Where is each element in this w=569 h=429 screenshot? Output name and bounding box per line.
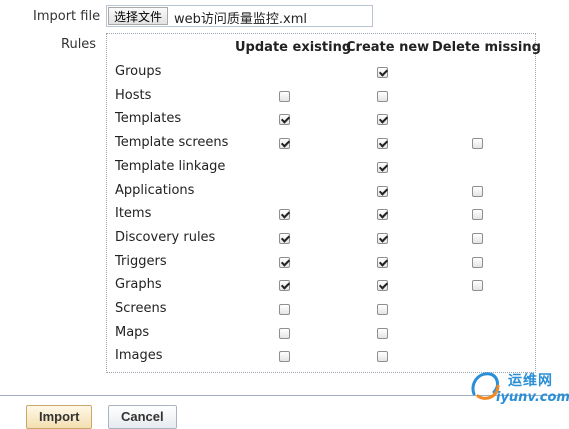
rule-label-groups: Groups (115, 64, 162, 79)
rule-label-screens: Screens (115, 301, 167, 316)
import-button[interactable]: Import (26, 405, 93, 429)
checkbox-create-graphs[interactable] (377, 280, 388, 292)
checkbox-update-hosts[interactable] (279, 90, 290, 102)
rule-label-applications: Applications (115, 182, 195, 198)
rule-label-items: Items (115, 206, 152, 222)
rule-label-images: Images (115, 348, 163, 364)
cancel-button[interactable]: Cancel (108, 405, 177, 429)
checkbox-update-template-screens[interactable] (279, 138, 290, 150)
watermark-logo: 运维网 iyunv.com (468, 364, 569, 410)
selected-file-name: web访问质量监控.xml (174, 12, 307, 27)
checkbox-create-applications[interactable] (377, 185, 388, 197)
checkbox-create-discovery-rules[interactable] (377, 232, 388, 244)
checkbox-update-triggers[interactable] (279, 256, 290, 268)
watermark-cn-text: 运维网 (508, 373, 553, 389)
checkbox-create-groups[interactable] (377, 67, 388, 78)
checkbox-update-templates[interactable] (279, 114, 290, 126)
checkbox-delete-triggers[interactable] (472, 256, 483, 268)
checkbox-create-screens[interactable] (377, 304, 388, 315)
choose-file-button[interactable]: 选择文件 (108, 7, 169, 25)
checkbox-delete-applications[interactable] (472, 185, 483, 197)
checkbox-update-items[interactable] (279, 209, 290, 221)
checkbox-delete-items[interactable] (472, 209, 483, 221)
checkbox-create-templates[interactable] (377, 114, 388, 126)
rule-label-triggers: Triggers (115, 253, 167, 269)
checkbox-delete-graphs[interactable] (472, 280, 483, 292)
checkbox-update-screens[interactable] (279, 304, 290, 315)
checkbox-delete-template-screens[interactable] (472, 138, 483, 150)
column-update-existing: Update existing (235, 40, 352, 55)
rule-label-graphs: Graphs (115, 277, 162, 293)
checkbox-update-images[interactable] (279, 351, 290, 363)
checkbox-create-template-screens[interactable] (377, 138, 388, 150)
checkbox-update-maps[interactable] (279, 327, 290, 339)
file-input[interactable]: 选择文件 web访问质量监控.xml (106, 5, 373, 27)
checkbox-create-hosts[interactable] (377, 90, 388, 102)
checkbox-create-maps[interactable] (377, 327, 388, 339)
import-file-label: Import file (33, 9, 101, 24)
checkbox-delete-discovery-rules[interactable] (472, 232, 483, 244)
rules-label: Rules (61, 37, 97, 52)
column-create-new: Create new (346, 40, 430, 55)
checkbox-create-items[interactable] (377, 209, 388, 221)
watermark-en-text: iyunv.com (496, 390, 569, 405)
checkbox-create-triggers[interactable] (377, 256, 388, 268)
rule-label-templates: Templates (115, 111, 182, 127)
rule-label-template-screens: Template screens (115, 135, 229, 151)
checkbox-update-graphs[interactable] (279, 280, 290, 292)
rule-label-template-linkage: Template linkage (115, 158, 226, 174)
rule-label-hosts: Hosts (115, 87, 152, 103)
column-delete-missing: Delete missing (432, 40, 541, 55)
checkbox-create-template-linkage[interactable] (377, 161, 388, 173)
rules-table: Update existing Create new Delete missin… (106, 33, 541, 373)
checkbox-update-discovery-rules[interactable] (279, 232, 290, 244)
rule-label-discovery-rules: Discovery rules (115, 229, 216, 245)
checkbox-create-images[interactable] (377, 351, 388, 363)
rule-label-maps: Maps (115, 324, 150, 340)
